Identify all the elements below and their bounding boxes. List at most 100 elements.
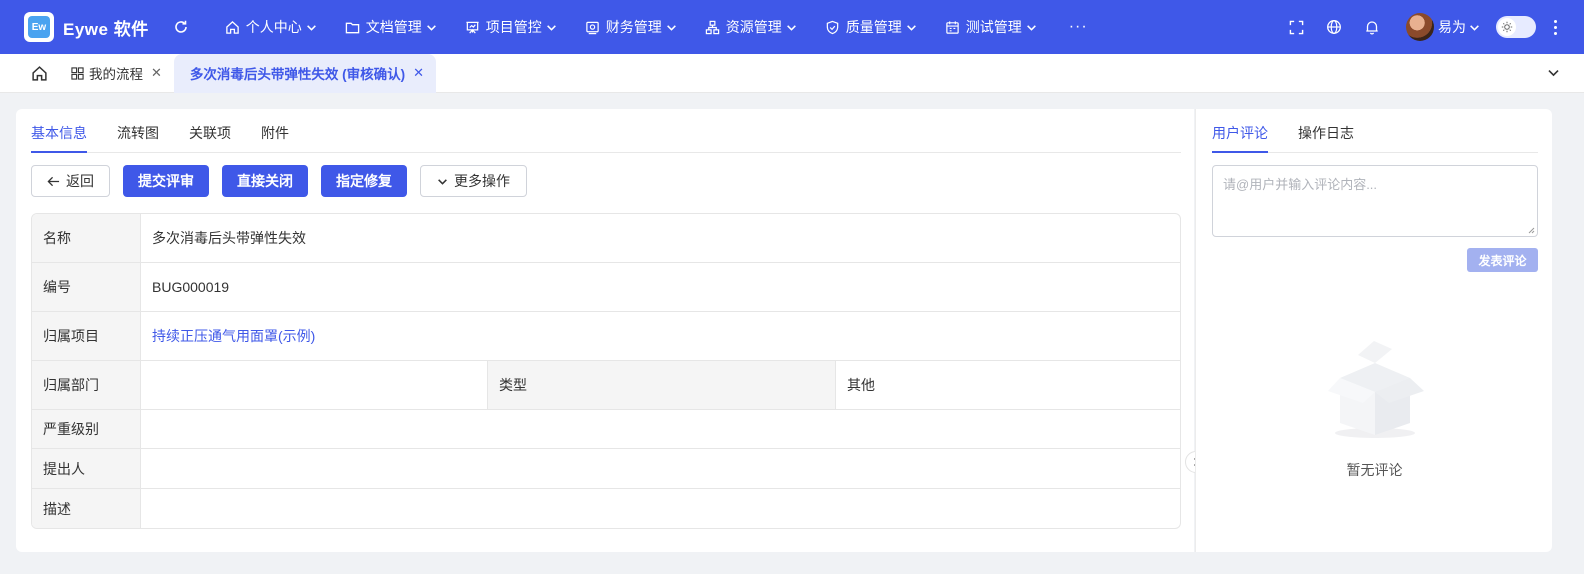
tab-user-comments[interactable]: 用户评论 [1212, 121, 1268, 153]
chevron-down-icon [546, 24, 556, 31]
nav-label: 质量管理 [845, 19, 902, 35]
nav-label: 资源管理 [725, 19, 782, 35]
chevron-down-icon [906, 24, 916, 31]
type-value: 其他 [847, 377, 875, 393]
app-logo[interactable]: Ew Eywe 软件 [24, 12, 149, 42]
logo-mark: Ew [28, 16, 50, 38]
chevron-down-icon [426, 24, 436, 31]
nav-item-finance[interactable]: 财务管理 [585, 0, 677, 54]
more-vertical-icon[interactable] [1550, 19, 1560, 35]
more-actions-button[interactable]: 更多操作 [420, 165, 527, 197]
tab-attachments[interactable]: 附件 [261, 121, 289, 153]
nav-label: 测试管理 [965, 19, 1022, 35]
nav-label: 个人中心 [245, 19, 302, 35]
chevron-down-icon [666, 24, 676, 31]
empty-comments-text: 暂无评论 [1346, 462, 1403, 478]
tab-operation-log[interactable]: 操作日志 [1298, 121, 1354, 153]
more-actions-label: 更多操作 [454, 173, 510, 189]
nav-label: 项目管控 [485, 19, 542, 35]
logo-icon: Ew [24, 12, 54, 42]
tab-my-process[interactable]: 我的流程 ✕ [59, 54, 174, 93]
tab-label: 多次消毒后头带弹性失效 (审核确认) [189, 67, 406, 82]
code-value: BUG000019 [152, 279, 230, 295]
chevron-down-icon [786, 24, 796, 31]
chevron-down-icon [1026, 24, 1036, 31]
nav-item-project-control[interactable]: 项目管控 [465, 0, 557, 54]
tab-related-items[interactable]: 关联项 [189, 121, 231, 153]
project-link[interactable]: 持续正压通气用面罩(示例) [152, 326, 315, 346]
submit-review-button[interactable]: 提交评审 [123, 165, 209, 197]
arrow-left-icon [47, 176, 60, 186]
field-label: 编号 [32, 263, 141, 311]
tab-basic-info[interactable]: 基本信息 [31, 121, 87, 153]
sun-icon [1498, 18, 1516, 36]
comment-input[interactable]: 请@用户并输入评论内容... [1212, 165, 1538, 237]
close-icon[interactable]: ✕ [413, 65, 424, 81]
tab-flow-chart[interactable]: 流转图 [117, 121, 159, 153]
field-label: 严重级别 [32, 410, 141, 448]
resize-handle-icon[interactable] [1527, 226, 1535, 234]
back-label: 返回 [66, 173, 94, 189]
chevron-down-icon [1470, 24, 1479, 31]
nav-item-doc-management[interactable]: 文档管理 [345, 0, 437, 54]
tab-bug-detail[interactable]: 多次消毒后头带弹性失效 (审核确认) ✕ [173, 53, 437, 93]
field-label: 提出人 [32, 449, 141, 488]
calendar-icon [945, 20, 959, 34]
avatar[interactable] [1406, 13, 1434, 41]
table-row: 描述 [32, 489, 1180, 528]
field-label: 归属部门 [32, 361, 141, 409]
presentation-icon [466, 21, 479, 34]
nav-item-testing[interactable]: 测试管理 [945, 0, 1037, 54]
field-label: 归属项目 [32, 312, 141, 360]
tab-label: 我的流程 [89, 67, 143, 82]
post-comment-button[interactable]: 发表评论 [1467, 248, 1538, 272]
nav-item-resources[interactable]: 资源管理 [705, 0, 797, 54]
main-nav: 个人中心 文档管理 项目管控 财务管理 资源管理 质量管理 测试管理 ··· [225, 0, 1116, 54]
action-toolbar: 返回 提交评审 直接关闭 指定修复 更多操作 [31, 165, 540, 197]
table-row: 名称 多次消毒后头带弹性失效 [32, 214, 1180, 263]
nav-item-personal-center[interactable]: 个人中心 [225, 0, 317, 54]
hierarchy-icon [705, 20, 719, 34]
assign-fix-button[interactable]: 指定修复 [321, 165, 407, 197]
table-row: 提出人 [32, 449, 1180, 489]
top-right-tools: 易为 [1286, 0, 1584, 54]
back-button[interactable]: 返回 [31, 165, 110, 197]
table-row: 归属项目 持续正压通气用面罩(示例) [32, 312, 1180, 361]
folder-icon [345, 22, 359, 33]
dept-value [141, 361, 488, 409]
nav-label: 文档管理 [365, 19, 422, 35]
chevron-down-icon [306, 24, 316, 31]
comment-placeholder: 请@用户并输入评论内容... [1223, 177, 1378, 192]
chevron-down-icon[interactable] [1547, 66, 1560, 79]
app-title: Eywe 软件 [63, 19, 149, 39]
table-row: 归属部门 类型 其他 [32, 361, 1180, 410]
globe-icon[interactable] [1324, 17, 1344, 37]
home-tab[interactable] [19, 54, 59, 93]
detail-table: 名称 多次消毒后头带弹性失效 编号 BUG000019 归属项目 持续正压通气用… [31, 213, 1181, 529]
desc-value [141, 489, 1180, 528]
detail-tabs: 基本信息 流转图 关联项 附件 [31, 121, 1181, 153]
finance-icon [585, 21, 599, 34]
user-menu[interactable]: 易为 [1438, 17, 1480, 37]
detail-panel: 基本信息 流转图 关联项 附件 返回 提交评审 直接关闭 指定修复 更多操作 名… [16, 109, 1194, 552]
nav-more-button[interactable]: ··· [1069, 0, 1088, 54]
shield-icon [826, 20, 838, 34]
severity-value [141, 410, 1180, 448]
chevron-down-icon [438, 178, 447, 185]
table-row: 严重级别 [32, 410, 1180, 449]
empty-box-icon [1320, 333, 1430, 446]
field-label: 描述 [32, 489, 141, 528]
bell-icon[interactable] [1362, 17, 1382, 37]
home-icon [225, 20, 239, 34]
refresh-icon[interactable] [171, 17, 191, 37]
side-tabs: 用户评论 操作日志 [1212, 121, 1538, 153]
top-navbar: Ew Eywe 软件 个人中心 文档管理 项目管控 财务管理 资源管理 质量管理… [0, 0, 1584, 54]
field-label: 名称 [32, 214, 141, 262]
fullscreen-icon[interactable] [1286, 17, 1306, 37]
nav-item-quality[interactable]: 质量管理 [825, 0, 917, 54]
close-icon[interactable]: ✕ [151, 65, 162, 81]
theme-toggle[interactable] [1496, 16, 1536, 38]
submitter-value [141, 449, 1180, 488]
close-direct-button[interactable]: 直接关闭 [222, 165, 308, 197]
user-name: 易为 [1438, 19, 1466, 35]
